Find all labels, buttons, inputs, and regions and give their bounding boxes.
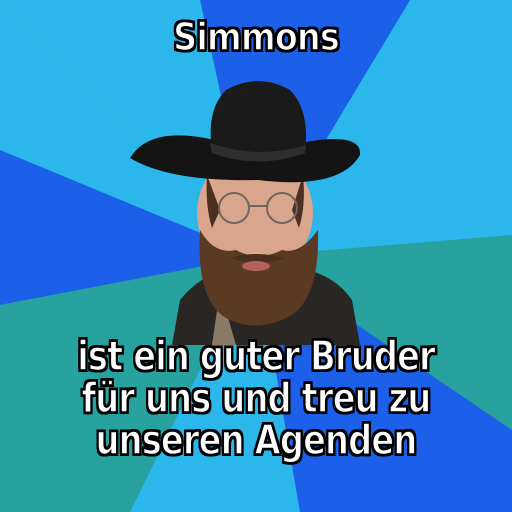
mouth xyxy=(242,261,270,271)
bottom-caption: ist ein guter Bruder für uns und treu zu… xyxy=(77,332,437,464)
meme-canvas: Simmons ist ein guter Bruder für uns und… xyxy=(0,0,512,512)
top-caption: Simmons xyxy=(172,15,340,59)
